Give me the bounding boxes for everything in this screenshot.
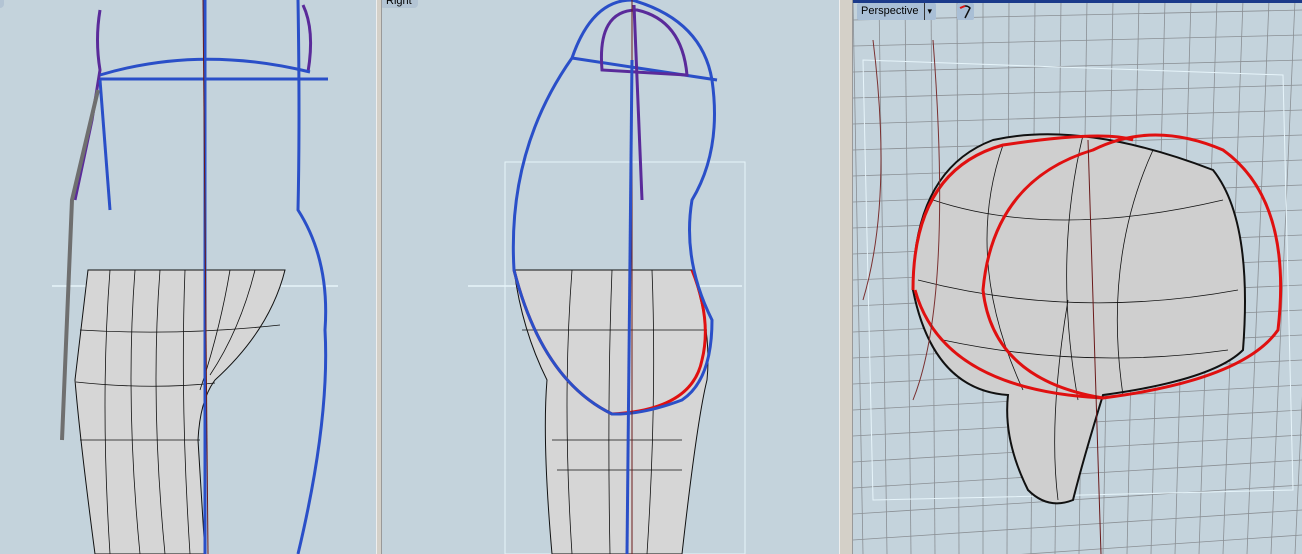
perspective-geometry (862, 39, 1283, 554)
viewport-perspective[interactable]: Perspective ▾ (853, 0, 1302, 554)
viewport-right[interactable]: Right (382, 0, 839, 554)
viewport-label[interactable]: Right (382, 0, 418, 8)
chevron-down-icon[interactable]: ▾ (924, 3, 932, 20)
front-view-geometry (52, 0, 338, 554)
viewport-front[interactable] (0, 0, 376, 554)
right-view-geometry (468, 0, 746, 554)
camera-rotate-icon[interactable] (957, 3, 974, 20)
viewport-title: Perspective (861, 5, 919, 17)
viewport-label-perspective[interactable]: Perspective ▾ (857, 3, 937, 20)
viewport-splitter[interactable] (839, 0, 853, 554)
